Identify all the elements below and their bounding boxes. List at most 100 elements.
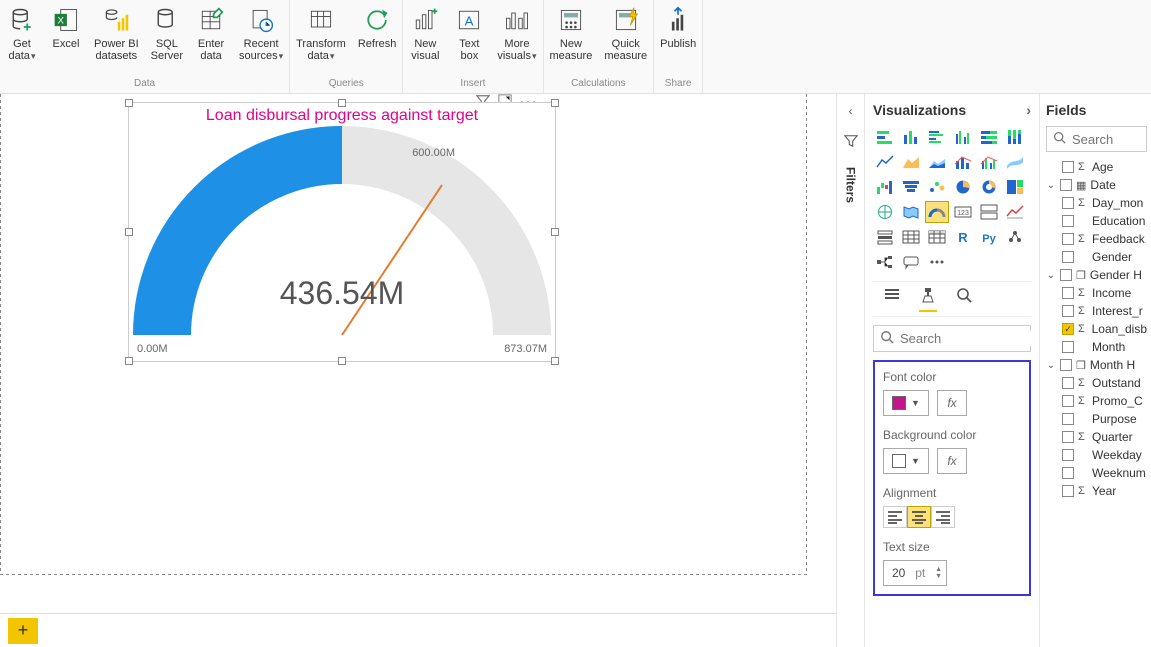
get-data-button[interactable]: Get data▾ (0, 0, 44, 76)
field-table-row[interactable]: ⌄❐Gender H (1046, 266, 1147, 284)
field-item-row[interactable]: ΣYear (1046, 482, 1147, 500)
clustered-column-icon[interactable] (951, 126, 975, 148)
multi-row-card-icon[interactable] (977, 201, 1001, 223)
field-item-row[interactable]: Education (1046, 212, 1147, 230)
field-item-row[interactable]: ΣOutstand (1046, 374, 1147, 392)
field-checkbox[interactable] (1062, 467, 1074, 479)
card-icon[interactable]: 123 (951, 201, 975, 223)
funnel-icon[interactable] (899, 176, 923, 198)
field-item-row[interactable]: ΣDay_mon (1046, 194, 1147, 212)
scatter-icon[interactable] (925, 176, 949, 198)
format-search-input[interactable] (900, 331, 1039, 346)
more-visuals-button[interactable]: More visuals▾ (491, 0, 542, 76)
new-visual-button[interactable]: New visual (403, 0, 447, 76)
stacked-bar-100-icon[interactable] (977, 126, 1001, 148)
resize-handle[interactable] (125, 99, 133, 107)
collapse-pane-icon[interactable]: › (1026, 102, 1031, 118)
field-checkbox[interactable] (1062, 413, 1074, 425)
expand-filters-icon[interactable]: ‹ (849, 104, 853, 118)
filled-map-icon[interactable] (899, 201, 923, 223)
line-clustered-column-icon[interactable] (977, 151, 1001, 173)
add-page-button[interactable]: + (8, 618, 38, 644)
new-measure-button[interactable]: New measure (544, 0, 599, 76)
refresh-button[interactable]: Refresh (352, 0, 403, 76)
field-item-row[interactable]: Month (1046, 338, 1147, 356)
field-item-row[interactable]: Weekday (1046, 446, 1147, 464)
table-icon[interactable] (899, 226, 923, 248)
field-item-row[interactable]: Weeknum (1046, 464, 1147, 482)
resize-handle[interactable] (125, 357, 133, 365)
line-chart-icon[interactable] (873, 151, 897, 173)
decomposition-tree-icon[interactable] (873, 251, 897, 273)
align-center-button[interactable] (907, 506, 931, 528)
field-checkbox[interactable] (1062, 431, 1074, 443)
gauge-visual[interactable]: Loan disbursal progress against target 6… (128, 102, 556, 362)
stacked-area-icon[interactable] (925, 151, 949, 173)
field-table-row[interactable]: ⌄❐Month H (1046, 356, 1147, 374)
field-checkbox[interactable] (1062, 197, 1074, 209)
field-item-row[interactable]: Gender (1046, 248, 1147, 266)
font-color-picker[interactable]: ▼ (883, 390, 929, 416)
field-checkbox[interactable] (1062, 305, 1074, 317)
text-size-spinner[interactable]: ▲▼ (935, 566, 942, 580)
field-checkbox[interactable] (1062, 341, 1074, 353)
align-left-button[interactable] (883, 506, 907, 528)
text-box-button[interactable]: A Text box (447, 0, 491, 76)
expander-icon[interactable]: ⌄ (1046, 360, 1056, 371)
resize-handle[interactable] (338, 99, 346, 107)
field-checkbox[interactable] (1062, 233, 1074, 245)
field-checkbox[interactable] (1062, 161, 1074, 173)
line-stacked-column-icon[interactable] (951, 151, 975, 173)
field-item-row[interactable]: ΣIncome (1046, 284, 1147, 302)
recent-sources-button[interactable]: Recent sources▾ (233, 0, 289, 76)
format-tab-icon[interactable] (919, 286, 937, 312)
pie-icon[interactable] (951, 176, 975, 198)
key-influencers-icon[interactable] (1003, 226, 1027, 248)
publish-button[interactable]: Publish (654, 0, 702, 76)
matrix-icon[interactable] (925, 226, 949, 248)
treemap-icon[interactable] (1003, 176, 1027, 198)
field-checkbox[interactable] (1062, 377, 1074, 389)
transform-data-button[interactable]: Transform data▾ (290, 0, 352, 76)
enter-data-button[interactable]: Enter data (189, 0, 233, 76)
stacked-column-100-icon[interactable] (1003, 126, 1027, 148)
field-checkbox[interactable] (1060, 179, 1072, 191)
resize-handle[interactable] (551, 357, 559, 365)
expander-icon[interactable]: ⌄ (1046, 180, 1056, 191)
area-chart-icon[interactable] (899, 151, 923, 173)
qa-visual-icon[interactable] (899, 251, 923, 273)
field-item-row[interactable]: ΣInterest_r (1046, 302, 1147, 320)
field-checkbox[interactable] (1062, 287, 1074, 299)
map-icon[interactable] (873, 201, 897, 223)
r-visual-icon[interactable]: R (951, 226, 975, 248)
bg-color-fx-button[interactable]: fx (937, 448, 967, 474)
field-item-row[interactable]: Purpose (1046, 410, 1147, 428)
python-visual-icon[interactable]: Py (977, 226, 1001, 248)
field-checkbox[interactable] (1060, 269, 1072, 281)
donut-icon[interactable] (977, 176, 1001, 198)
field-item-row[interactable]: ΣQuarter (1046, 428, 1147, 446)
pbi-datasets-button[interactable]: Power BI datasets (88, 0, 145, 76)
field-checkbox[interactable] (1062, 395, 1074, 407)
stacked-column-icon[interactable] (899, 126, 923, 148)
format-search[interactable] (873, 325, 1031, 352)
fields-search[interactable] (1046, 126, 1147, 152)
stacked-bar-icon[interactable] (873, 126, 897, 148)
filters-icon[interactable] (844, 134, 858, 151)
resize-handle[interactable] (338, 357, 346, 365)
report-canvas[interactable]: ··· Loan disbursal progress against targ… (0, 94, 836, 607)
kpi-icon[interactable] (1003, 201, 1027, 223)
ribbon-chart-icon[interactable] (1003, 151, 1027, 173)
field-item-row[interactable]: ΣAge (1046, 158, 1147, 176)
excel-button[interactable]: X Excel (44, 0, 88, 76)
field-item-row[interactable]: ΣFeedback (1046, 230, 1147, 248)
field-checkbox[interactable] (1062, 485, 1074, 497)
field-item-row[interactable]: ΣPromo_C (1046, 392, 1147, 410)
slicer-icon[interactable] (873, 226, 897, 248)
field-checkbox[interactable] (1062, 323, 1074, 335)
analytics-tab-icon[interactable] (955, 286, 973, 312)
expander-icon[interactable]: ⌄ (1046, 270, 1056, 281)
field-checkbox[interactable] (1062, 251, 1074, 263)
resize-handle[interactable] (551, 99, 559, 107)
align-right-button[interactable] (931, 506, 955, 528)
